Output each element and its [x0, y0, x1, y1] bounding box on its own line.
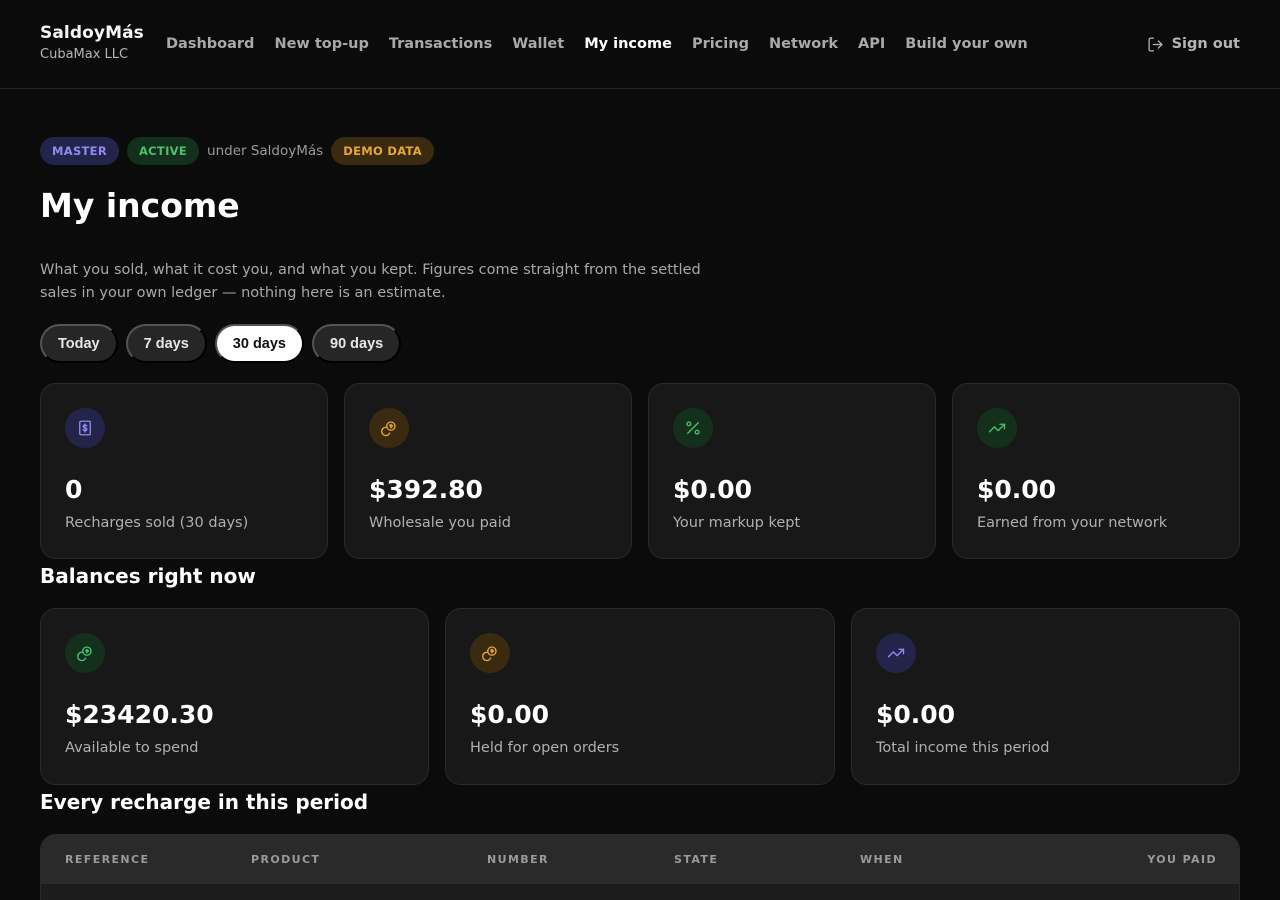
percent-icon: [673, 408, 713, 448]
brand[interactable]: SaldoyMás CubaMax LLC: [40, 22, 144, 64]
nav-dashboard[interactable]: Dashboard: [166, 33, 254, 55]
recharges-table: REFERENCE PRODUCT NUMBER STATE WHEN YOU …: [40, 834, 1240, 900]
nav-api[interactable]: API: [858, 33, 885, 55]
stat-card-wholesale-paid: $392.80 Wholesale you paid: [344, 383, 632, 559]
stat-value: 0: [65, 475, 83, 504]
stat-label: Wholesale you paid: [369, 515, 511, 531]
page-title: My income: [40, 186, 240, 225]
role-badge: MASTER: [40, 137, 119, 165]
balance-card-total-income: $0.00 Total income this period: [851, 608, 1240, 785]
status-badge: ACTIVE: [126, 137, 200, 165]
balance-value: $0.00: [470, 700, 550, 729]
stat-label: Recharges sold (30 days): [65, 515, 249, 531]
balance-value: $0.00: [876, 700, 956, 729]
sign-out-label: Sign out: [1171, 36, 1240, 52]
account-badges: MASTER ACTIVE under SaldoyMás DEMO DATA: [40, 137, 434, 165]
stat-label: Your markup kept: [673, 515, 801, 531]
nav-pricing[interactable]: Pricing: [692, 33, 749, 55]
table-header: REFERENCE PRODUCT NUMBER STATE WHEN YOU …: [41, 835, 1239, 884]
period-tabs: Today 7 days 30 days 90 days: [40, 324, 402, 363]
nav-new-top-up[interactable]: New top-up: [274, 33, 368, 55]
balance-card-available: $23420.30 Available to spend: [40, 608, 429, 785]
stat-value: $392.80: [369, 475, 483, 504]
column-header-reference[interactable]: REFERENCE: [65, 835, 149, 884]
main-nav: Dashboard New top-up Transactions Wallet…: [166, 33, 1048, 55]
stat-card-recharges-sold: 0 Recharges sold (30 days): [40, 383, 328, 559]
stat-card-network-earnings: $0.00 Earned from your network: [952, 383, 1240, 559]
balances-title: Balances right now: [40, 564, 256, 588]
parent-label: under SaldoyMás: [207, 143, 324, 159]
trending-up-icon: [876, 633, 916, 673]
stat-label: Earned from your network: [977, 515, 1168, 531]
period-90-days[interactable]: 90 days: [312, 324, 402, 363]
nav-transactions[interactable]: Transactions: [389, 33, 492, 55]
nav-network[interactable]: Network: [769, 33, 838, 55]
nav-wallet[interactable]: Wallet: [512, 33, 564, 55]
coins-icon: [369, 408, 409, 448]
stat-card-markup-kept: $0.00 Your markup kept: [648, 383, 936, 559]
balance-card-held: $0.00 Held for open orders: [445, 608, 835, 785]
stat-value: $0.00: [673, 475, 753, 504]
coins-icon: [65, 633, 105, 673]
nav-my-income[interactable]: My income: [584, 33, 672, 55]
balance-value: $23420.30: [65, 700, 214, 729]
period-30-days[interactable]: 30 days: [214, 324, 304, 363]
period-7-days[interactable]: 7 days: [125, 324, 207, 363]
column-header-you-paid[interactable]: YOU PAID: [1147, 835, 1217, 884]
receipt-dollar-icon: [65, 408, 105, 448]
balance-label: Total income this period: [876, 740, 1050, 756]
nav-build-your-own[interactable]: Build your own: [905, 33, 1027, 55]
balance-label: Held for open orders: [470, 740, 620, 756]
coins-icon: [470, 633, 510, 673]
brand-name: SaldoyMás: [40, 23, 144, 43]
balance-label: Available to spend: [65, 740, 199, 756]
brand-company: CubaMax LLC: [40, 47, 129, 62]
demo-badge: DEMO DATA: [331, 137, 434, 165]
page-intro: What you sold, what it cost you, and wha…: [40, 262, 701, 301]
trending-up-icon: [977, 408, 1017, 448]
recharges-title: Every recharge in this period: [40, 790, 369, 814]
sign-out-button[interactable]: Sign out: [1147, 33, 1240, 55]
column-header-product[interactable]: PRODUCT: [251, 835, 320, 884]
stat-value: $0.00: [977, 475, 1057, 504]
sign-out-icon: [1148, 36, 1163, 52]
column-header-state[interactable]: STATE: [674, 835, 718, 884]
column-header-when[interactable]: WHEN: [860, 835, 904, 884]
period-today[interactable]: Today: [40, 324, 118, 363]
top-bar: SaldoyMás CubaMax LLC Dashboard New top-…: [0, 0, 1280, 89]
column-header-number[interactable]: NUMBER: [487, 835, 549, 884]
